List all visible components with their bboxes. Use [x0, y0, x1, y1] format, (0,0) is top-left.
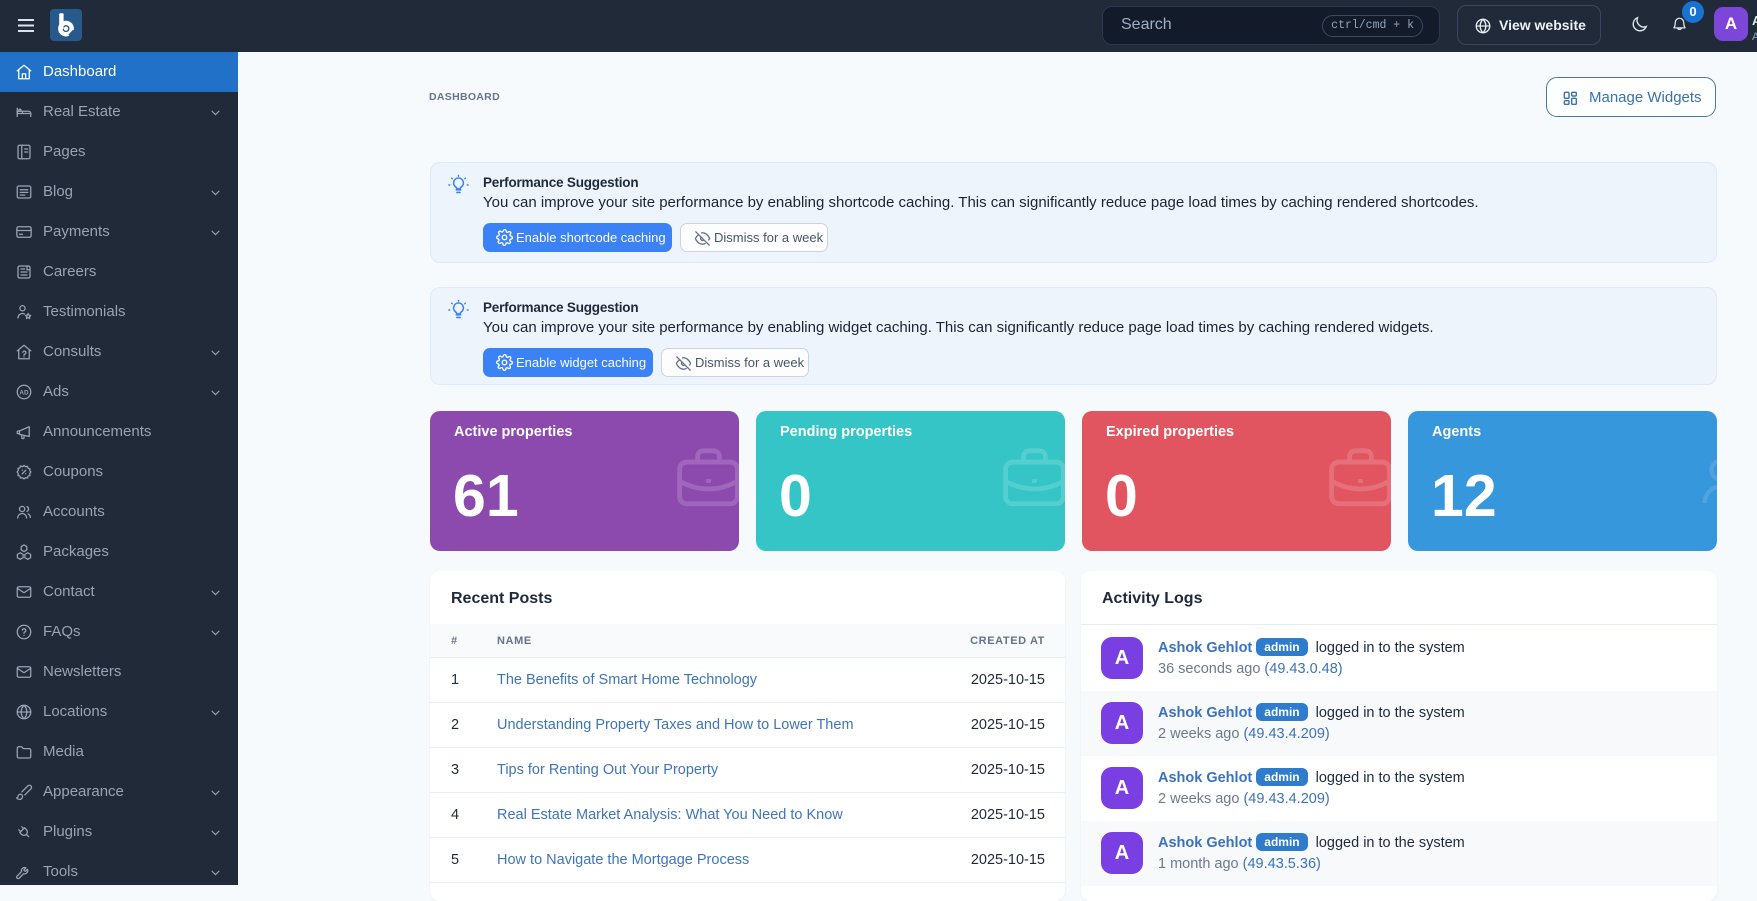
svg-text:AD: AD: [19, 390, 29, 397]
